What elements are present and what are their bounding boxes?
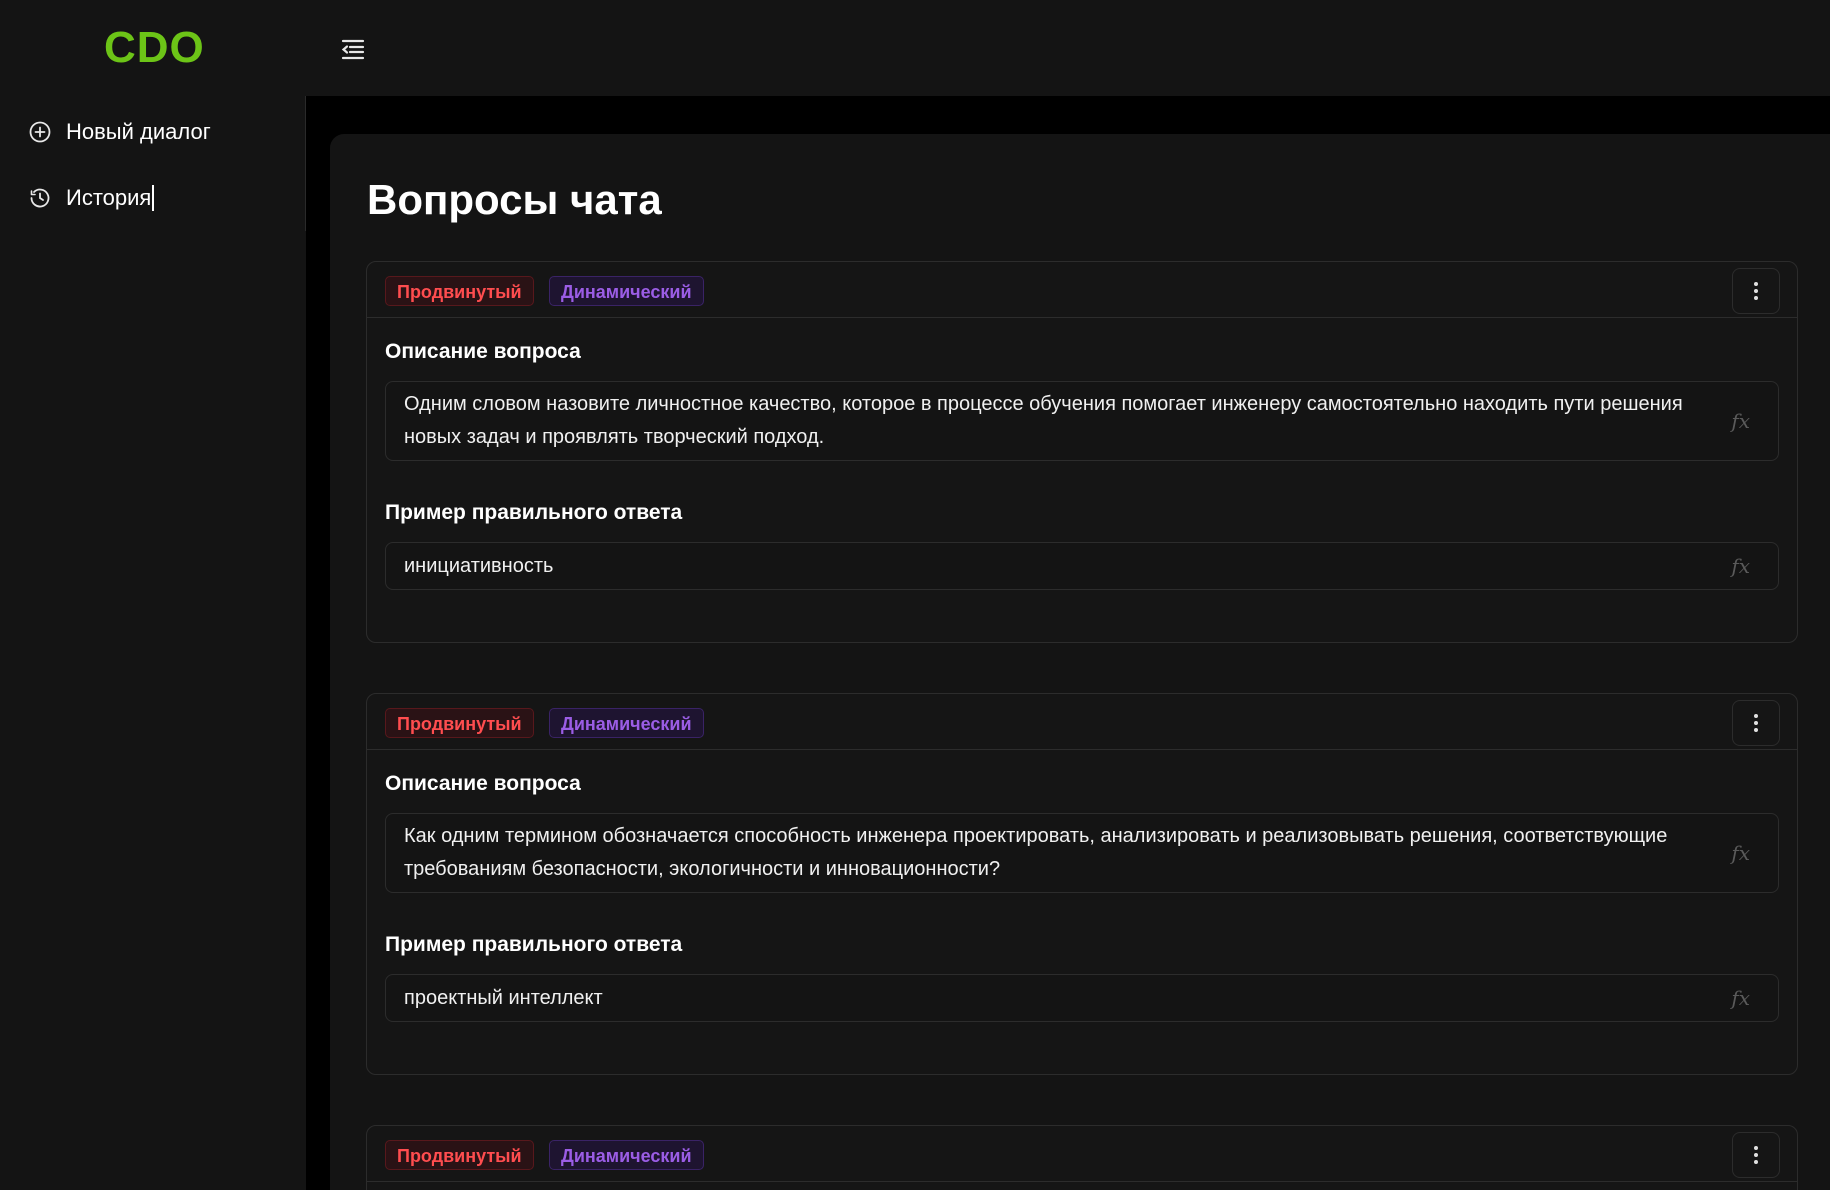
more-options-button[interactable]: [1732, 700, 1780, 746]
kind-tag: Динамический: [549, 1140, 704, 1170]
question-text: Как одним термином обозначается способно…: [404, 825, 1668, 880]
more-vertical-icon: [1754, 282, 1758, 300]
text-caret: [152, 185, 155, 211]
formula-icon[interactable]: fx: [1731, 550, 1750, 583]
kind-tag: Динамический: [549, 708, 704, 738]
question-card: Продвинутый Динамический Описание вопрос…: [366, 693, 1798, 1075]
question-label: Описание вопроса: [385, 340, 581, 363]
formula-icon[interactable]: fx: [1731, 837, 1750, 870]
formula-icon[interactable]: fx: [1731, 405, 1750, 438]
clock-icon: [30, 188, 50, 208]
app: CDO Новый диалог История Вопросы чата Пр…: [0, 0, 1830, 1190]
plus-circle-icon: [29, 121, 51, 143]
kind-tag: Динамический: [549, 276, 704, 306]
question-card: Продвинутый Динамический Описание вопрос…: [366, 261, 1798, 643]
answer-text: инициативность: [404, 555, 554, 577]
formula-icon[interactable]: fx: [1731, 982, 1750, 1015]
more-options-button[interactable]: [1732, 268, 1780, 314]
page-title: Вопросы чата: [367, 176, 662, 223]
level-tag: Продвинутый: [385, 1140, 534, 1170]
top-bar: CDO: [0, 0, 1830, 96]
card-header: Продвинутый Динамический: [367, 1126, 1797, 1182]
sidebar-item-new-dialog[interactable]: Новый диалог: [28, 112, 211, 152]
menu-collapse-icon[interactable]: [338, 36, 368, 62]
more-options-button[interactable]: [1732, 1132, 1780, 1178]
question-input[interactable]: Одним словом назовите личностное качеств…: [385, 381, 1779, 461]
level-tag: Продвинутый: [385, 708, 534, 738]
level-tag: Продвинутый: [385, 276, 534, 306]
sidebar-item-label: Новый диалог: [66, 119, 211, 144]
main-content: Вопросы чата Продвинутый Динамический Оп…: [330, 134, 1830, 1190]
question-input[interactable]: Как одним термином обозначается способно…: [385, 813, 1779, 893]
question-text: Одним словом назовите личностное качеств…: [404, 393, 1683, 448]
card-header: Продвинутый Динамический: [367, 694, 1797, 750]
more-vertical-icon: [1754, 1146, 1758, 1164]
answer-input[interactable]: проектный интеллект fx: [385, 974, 1779, 1022]
sidebar-item-label: История: [66, 185, 152, 210]
question-card: Продвинутый Динамический: [366, 1125, 1798, 1190]
answer-label: Пример правильного ответа: [385, 501, 683, 524]
question-label: Описание вопроса: [385, 772, 581, 795]
sidebar: Новый диалог История: [0, 96, 306, 1190]
answer-input[interactable]: инициативность fx: [385, 542, 1779, 590]
logo[interactable]: CDO: [104, 24, 205, 72]
card-header: Продвинутый Динамический: [367, 262, 1797, 318]
answer-label: Пример правильного ответа: [385, 933, 683, 956]
answer-text: проектный интеллект: [404, 987, 603, 1009]
more-vertical-icon: [1754, 714, 1758, 732]
sidebar-item-history[interactable]: История: [28, 178, 155, 218]
